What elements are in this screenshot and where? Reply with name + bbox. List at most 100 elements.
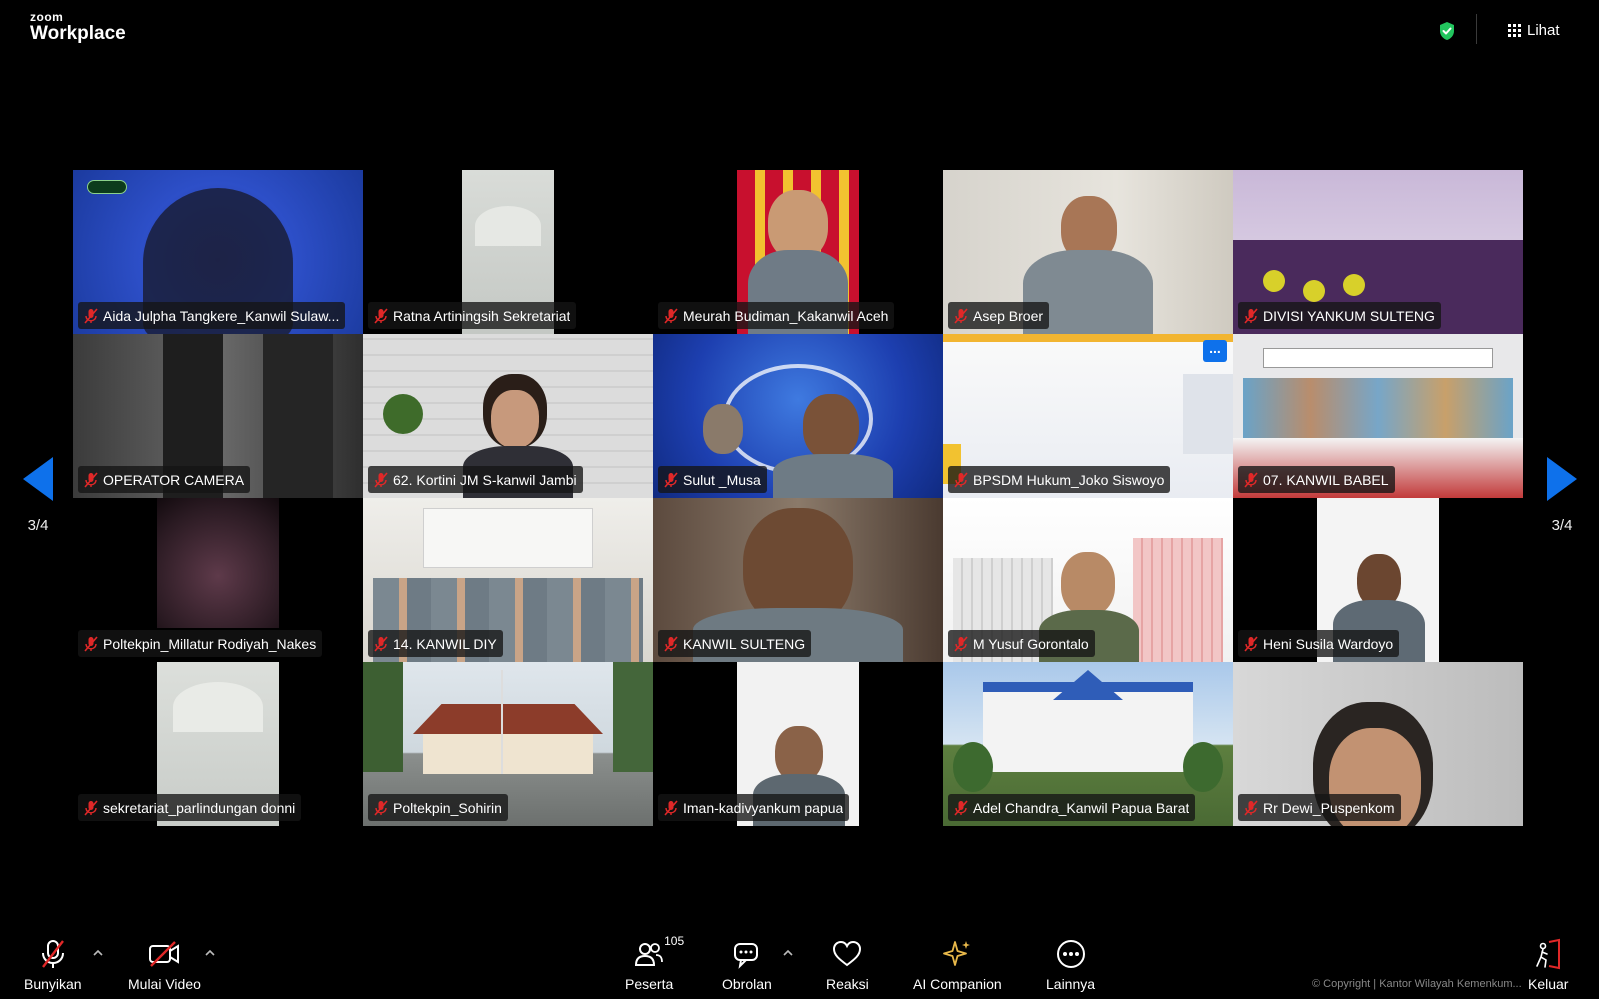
participant-tile[interactable]: 62. Kortini JM S-kanwil Jambi [363,334,653,498]
leave-label: Keluar [1528,976,1569,992]
mic-muted-icon [84,635,98,652]
reactions-button[interactable]: Reaksi [826,938,869,992]
participant-tile[interactable]: ... BPSDM Hukum_Joko Siswoyo [943,334,1233,498]
video-off-icon [149,941,180,967]
brand-top: zoom [30,10,64,24]
participant-name: Aida Julpha Tangkere_Kanwil Sulaw... [103,307,340,324]
start-video-button[interactable]: Mulai Video [128,938,201,992]
arrow-right-icon [1547,457,1577,501]
tile-more-button[interactable]: ... [1203,340,1227,362]
mic-muted-icon [1244,799,1258,816]
mic-off-icon [41,940,64,968]
top-divider [1476,14,1477,44]
participant-tile[interactable]: 14. KANWIL DIY [363,498,653,662]
participant-tile[interactable]: M Yusuf Gorontalo [943,498,1233,662]
participant-name-tag: OPERATOR CAMERA [78,466,251,493]
participant-name: KANWIL SULTENG [683,635,806,652]
reactions-label: Reaksi [826,976,869,992]
mic-muted-icon [664,307,678,324]
participant-name: Meurah Budiman_Kakanwil Aceh [683,307,889,324]
people-icon [635,943,664,966]
participant-name: M Yusuf Gorontalo [973,635,1089,652]
mic-muted-icon [84,307,98,324]
participant-name-tag: Ratna Artiningsih Sekretariat [368,302,577,329]
participant-name: sekretariat_parlindungan donni [103,799,296,816]
participant-tile[interactable]: 07. KANWIL BABEL [1233,334,1523,498]
participant-tile[interactable]: Poltekpin_Sohirin [363,662,653,826]
mic-muted-icon [954,799,968,816]
participant-tile[interactable]: OPERATOR CAMERA [73,334,363,498]
heart-icon [833,940,862,967]
mic-muted-icon [664,635,678,652]
participant-tile[interactable]: Asep Broer [943,170,1233,334]
participant-name: OPERATOR CAMERA [103,471,245,488]
mic-muted-icon [374,635,388,652]
participant-tile[interactable]: Poltekpin_Millatur Rodiyah_Nakes [73,498,363,662]
participant-name-tag: BPSDM Hukum_Joko Siswoyo [948,466,1171,493]
participant-tile[interactable]: Aida Julpha Tangkere_Kanwil Sulaw... [73,170,363,334]
participants-button[interactable]: 105 Peserta [625,934,684,992]
participant-name: 14. KANWIL DIY [393,635,497,652]
chat-label: Obrolan [722,976,772,992]
top-bar: zoom Workplace Lihat [0,0,1599,60]
participant-name-tag: Sulut _Musa [658,466,767,493]
page-indicator-right: 3/4 [1551,517,1573,534]
sparkle-icon [943,941,971,966]
participant-name-tag: 14. KANWIL DIY [368,630,503,657]
ai-companion-button[interactable]: AI Companion [913,938,1002,992]
participant-name-tag: Asep Broer [948,302,1050,329]
previous-page-button[interactable]: 3/4 [8,455,68,534]
grid-icon [1508,23,1521,37]
participants-count: 105 [664,934,685,948]
participant-name-tag: Poltekpin_Millatur Rodiyah_Nakes [78,630,323,657]
participant-tile[interactable]: sekretariat_parlindungan donni [73,662,363,826]
page-indicator-left: 3/4 [27,517,49,534]
participant-tile[interactable]: Heni Susila Wardoyo [1233,498,1523,662]
mic-muted-icon [1244,307,1258,324]
more-button[interactable]: Lainnya [1046,938,1095,992]
chevron-up-icon[interactable] [781,946,795,960]
participant-name-tag: Meurah Budiman_Kakanwil Aceh [658,302,895,329]
participant-name: Sulut _Musa [683,471,761,488]
mic-muted-icon [954,307,968,324]
mic-muted-icon [954,471,968,488]
participant-tile[interactable]: DIVISI YANKUM SULTENG [1233,170,1523,334]
chat-button[interactable]: Obrolan [722,938,772,992]
mic-muted-icon [664,799,678,816]
participant-tile[interactable]: Ratna Artiningsih Sekretariat [363,170,653,334]
participant-name: Asep Broer [973,307,1044,324]
brand-bottom: Workplace [30,23,126,44]
mic-muted-icon [84,799,98,816]
view-button[interactable]: Lihat [1508,19,1560,41]
start-video-label: Mulai Video [128,976,201,992]
participant-name: Ratna Artiningsih Sekretariat [393,307,571,324]
participant-tile[interactable]: Meurah Budiman_Kakanwil Aceh [653,170,943,334]
chevron-up-icon[interactable] [91,946,105,960]
mic-muted-icon [1244,471,1258,488]
leave-button[interactable]: Keluar [1528,938,1568,992]
leave-door-icon [1536,938,1561,970]
participant-name-tag: Adel Chandra_Kanwil Papua Barat [948,794,1196,821]
next-page-button[interactable]: 3/4 [1532,455,1592,534]
participant-name-tag: Iman-kadivyankum papua [658,794,850,821]
participant-name-tag: Poltekpin_Sohirin [368,794,508,821]
view-label: Lihat [1527,21,1560,39]
unmute-button[interactable]: Bunyikan [24,938,82,992]
participants-label: Peserta [625,976,674,992]
participant-tile[interactable]: Sulut _Musa [653,334,943,498]
participant-name-tag: 62. Kortini JM S-kanwil Jambi [368,466,583,493]
participant-name-tag: 07. KANWIL BABEL [1238,466,1395,493]
participant-name-tag: sekretariat_parlindungan donni [78,794,302,821]
chevron-up-icon[interactable] [203,946,217,960]
participant-name-tag: Aida Julpha Tangkere_Kanwil Sulaw... [78,302,346,329]
participant-name: Poltekpin_Millatur Rodiyah_Nakes [103,635,317,652]
participant-name-tag: Heni Susila Wardoyo [1238,630,1400,657]
participant-tile[interactable]: Rr Dewi_Puspenkom [1233,662,1523,826]
more-dots-icon [1056,940,1085,968]
participant-name: DIVISI YANKUM SULTENG [1263,307,1435,324]
participant-tile[interactable]: KANWIL SULTENG [653,498,943,662]
participant-name-tag: KANWIL SULTENG [658,630,812,657]
participant-tile[interactable]: Adel Chandra_Kanwil Papua Barat [943,662,1233,826]
participant-tile[interactable]: Iman-kadivyankum papua [653,662,943,826]
shield-check-icon[interactable] [1438,21,1456,41]
